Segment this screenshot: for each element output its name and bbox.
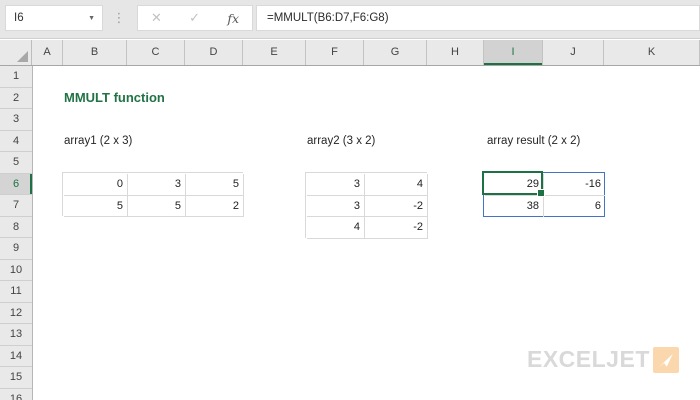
row-header-11[interactable]: 11 [0, 281, 32, 303]
cell-J7[interactable]: 6 [544, 196, 605, 218]
column-header-B[interactable]: B [63, 40, 127, 65]
exceljet-logo-text: EXCELJET [527, 346, 650, 372]
cell-C7[interactable]: 5 [128, 195, 186, 217]
formula-text: =MMULT(B6:D7,F6:G8) [267, 12, 389, 24]
row-header-14[interactable]: 14 [0, 346, 32, 367]
cell-F6[interactable]: 3 [307, 174, 365, 196]
range-array1: 035552 [62, 172, 244, 217]
cell-J6[interactable]: -16 [544, 174, 605, 196]
name-box-dropdown-icon[interactable]: ▼ [88, 15, 102, 22]
select-all-triangle-icon [17, 51, 28, 62]
name-box-value: I6 [14, 12, 24, 24]
name-box[interactable]: I6 ▼ [5, 5, 103, 31]
cell-B6[interactable]: 0 [64, 174, 128, 196]
cell-G7[interactable]: -2 [365, 195, 428, 217]
exceljet-logo: EXCELJET [527, 346, 679, 373]
insert-function-icon[interactable]: fx [227, 11, 239, 26]
row-header-16[interactable]: 16 [0, 389, 32, 400]
row-header-13[interactable]: 13 [0, 324, 32, 346]
column-header-K[interactable]: K [604, 40, 700, 65]
cell-C6[interactable]: 3 [128, 174, 186, 196]
cell-D6[interactable]: 5 [186, 174, 244, 196]
row-header-9[interactable]: 9 [0, 238, 32, 260]
cell-I7[interactable]: 38 [485, 195, 544, 217]
column-header-G[interactable]: G [364, 40, 427, 65]
sheet-title[interactable]: MMULT function [64, 87, 165, 109]
cancel-icon[interactable]: ✕ [151, 10, 162, 26]
row-header-5[interactable]: 5 [0, 152, 32, 174]
column-headers: ABCDEFGHIJK [0, 40, 700, 66]
column-header-E[interactable]: E [243, 40, 306, 65]
formula-bar-buttons: ✕ ✓ fx [137, 5, 253, 31]
excel-window: I6 ▼ ⋮ ✕ ✓ fx =MMULT(B6:D7,F6:G8) ABCDEF… [0, 0, 700, 400]
active-cell-border [482, 171, 545, 197]
row-header-1[interactable]: 1 [0, 66, 32, 88]
label-array-result[interactable]: array result (2 x 2) [487, 130, 580, 152]
cell-D7[interactable]: 2 [186, 195, 244, 217]
label-array1[interactable]: array1 (2 x 3) [64, 130, 132, 152]
formula-bar-separator-icon: ⋮ [112, 10, 126, 25]
cell-F8[interactable]: 4 [307, 217, 365, 239]
range-array2: 3 4 3 -2 4 -2 [305, 172, 428, 239]
row-header-15[interactable]: 15 [0, 367, 32, 389]
row-header-8[interactable]: 8 [0, 217, 32, 238]
cell-G6[interactable]: 4 [365, 174, 428, 196]
cell-B7[interactable]: 5 [64, 195, 128, 217]
row-header-10[interactable]: 10 [0, 260, 32, 281]
row-header-3[interactable]: 3 [0, 109, 32, 131]
column-header-J[interactable]: J [543, 40, 604, 65]
fill-handle[interactable] [537, 189, 545, 197]
cell-G8[interactable]: -2 [365, 217, 428, 239]
formula-bar: I6 ▼ ⋮ ✕ ✓ fx =MMULT(B6:D7,F6:G8) [0, 0, 700, 39]
row-headers: 1 2 3 4 5 6 7 8 9 10 11 12 13 14 15 16 [0, 66, 33, 400]
row-header-2[interactable]: 2 [0, 88, 32, 109]
column-header-D[interactable]: D [185, 40, 243, 65]
row-header-7[interactable]: 7 [0, 195, 32, 217]
exceljet-logo-icon [652, 346, 679, 373]
row-header-4[interactable]: 4 [0, 131, 32, 152]
select-all-corner[interactable] [0, 40, 32, 65]
column-header-A[interactable]: A [32, 40, 63, 65]
column-header-I[interactable]: I [484, 40, 543, 65]
column-header-F[interactable]: F [306, 40, 364, 65]
column-header-C[interactable]: C [127, 40, 185, 65]
column-header-H[interactable]: H [427, 40, 484, 65]
row-header-6[interactable]: 6 [0, 173, 32, 195]
label-array2[interactable]: array2 (3 x 2) [307, 130, 375, 152]
enter-icon[interactable]: ✓ [189, 10, 200, 26]
row-header-12[interactable]: 12 [0, 303, 32, 324]
cell-F7[interactable]: 3 [307, 195, 365, 217]
formula-input[interactable]: =MMULT(B6:D7,F6:G8) [256, 5, 700, 31]
